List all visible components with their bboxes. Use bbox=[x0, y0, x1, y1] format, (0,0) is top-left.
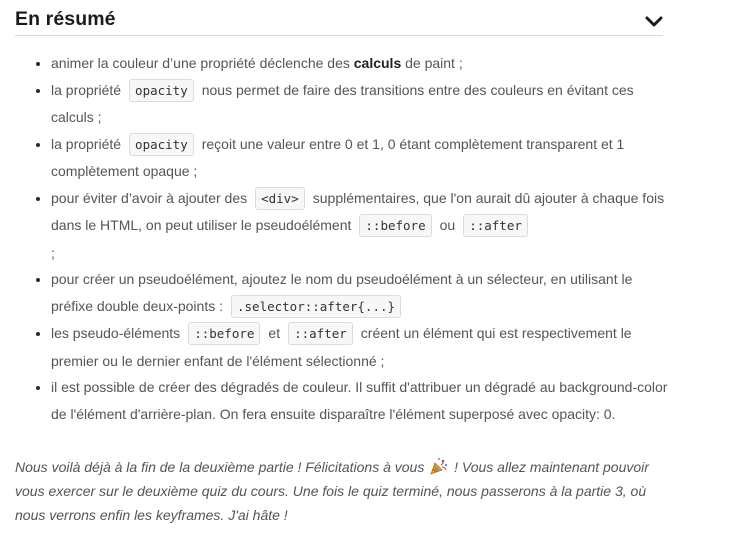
item-text: la propriété bbox=[51, 135, 122, 152]
code-opacity: opacity bbox=[129, 132, 194, 156]
chevron-down-icon[interactable] bbox=[643, 11, 665, 33]
code-div: <div> bbox=[255, 186, 305, 210]
keyword-calculs: calculs bbox=[353, 55, 402, 71]
outro-text: Nous voilà déjà à la fin de la deuxième … bbox=[15, 459, 425, 475]
list-item: les pseudo-éléments::beforeet::aftercrée… bbox=[51, 320, 669, 374]
code-opacity: opacity bbox=[129, 78, 194, 102]
item-text: animer la couleur d’une propriété déclen… bbox=[51, 55, 354, 71]
list-item: pour éviter d’avoir à ajouter des<div>su… bbox=[51, 185, 669, 267]
list-item: la propriétéopacitynous permet de faire … bbox=[51, 77, 669, 131]
item-text: il est possible de créer des dégradés de… bbox=[51, 379, 668, 422]
list-item: animer la couleur d’une propriété déclen… bbox=[51, 50, 669, 77]
outro-paragraph: Nous voilà déjà à la fin de la deuxième … bbox=[15, 455, 665, 528]
item-text: pour éviter d’avoir à ajouter des bbox=[51, 189, 248, 206]
item-text: ou bbox=[439, 217, 456, 233]
summary-title: En résumé bbox=[15, 8, 116, 30]
item-text: et bbox=[268, 325, 281, 341]
item-text: les pseudo-éléments bbox=[51, 325, 181, 341]
item-text: ; bbox=[51, 244, 55, 261]
summary-header[interactable]: En résumé bbox=[15, 6, 663, 36]
list-item: la propriétéopacityreçoit une valeur ent… bbox=[51, 131, 669, 185]
party-popper-icon bbox=[430, 457, 448, 475]
code-after: ::after bbox=[463, 214, 528, 237]
list-item: pour créer un pseudoélément, ajoutez le … bbox=[51, 266, 669, 320]
item-text: de paint ; bbox=[401, 55, 463, 71]
summary-list: animer la couleur d’une propriété déclen… bbox=[27, 50, 669, 427]
code-after: ::after bbox=[288, 322, 353, 345]
item-text: la propriété bbox=[51, 81, 122, 98]
code-before: ::before bbox=[359, 214, 432, 237]
list-item: il est possible de créer des dégradés de… bbox=[51, 374, 669, 427]
code-selector-after: .selector::after{...} bbox=[231, 294, 402, 318]
code-before: ::before bbox=[188, 322, 261, 345]
